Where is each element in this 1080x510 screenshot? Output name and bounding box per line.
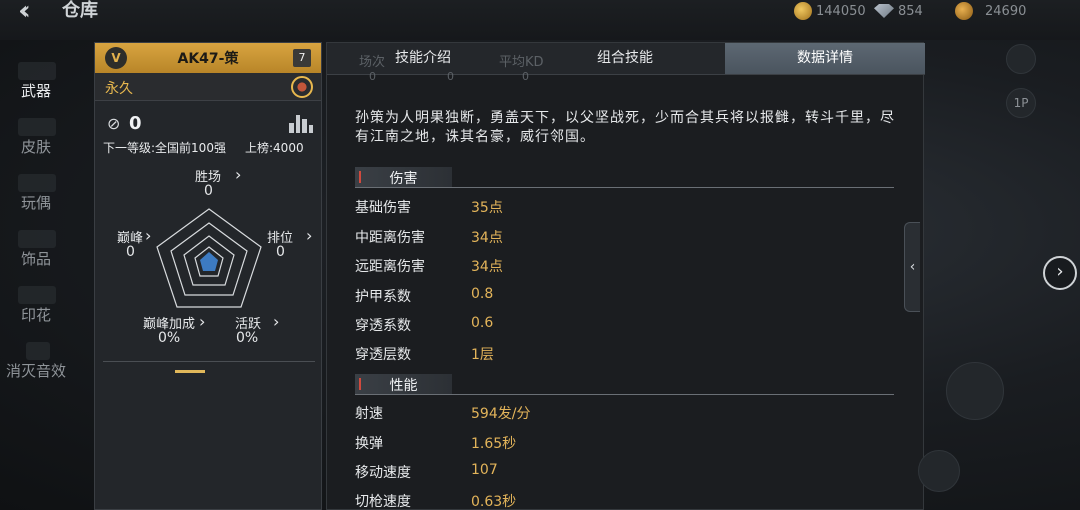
weapon-description: 孙策为人明果独断，勇盖天下，以父坚战死，少而合其兵将以报雠，转斗千里，尽有江南之… bbox=[355, 110, 895, 145]
knife-icon[interactable] bbox=[946, 362, 1004, 420]
stat-row-label: 切枪速度 bbox=[355, 494, 411, 510]
stat-row-value: 0.8 bbox=[471, 286, 494, 302]
radar-value-shape bbox=[200, 252, 218, 271]
stat-row-value: 0.6 bbox=[471, 315, 494, 331]
tab-data-details[interactable]: 数据详情 bbox=[725, 43, 925, 74]
rank-value: 0 bbox=[129, 113, 142, 134]
diamond-amount: 854 bbox=[898, 3, 923, 19]
view-toggle-button[interactable]: 1P bbox=[1006, 88, 1036, 118]
weapon-name: AK47-策 bbox=[177, 51, 239, 67]
stat-row-label: 射速 bbox=[355, 406, 383, 422]
token-coin-icon bbox=[955, 2, 973, 20]
section-performance-header: 性能 bbox=[355, 374, 452, 394]
leaderboard-text: 上榜:4000 bbox=[245, 141, 304, 155]
weapon-duration: 永久 bbox=[105, 81, 133, 97]
weapon-level: 7 bbox=[293, 49, 311, 67]
nav-item-dolls[interactable]: 玩偶 bbox=[0, 192, 72, 213]
stat-peak-value: 0 bbox=[126, 244, 135, 260]
card-divider bbox=[103, 361, 315, 362]
leaderboard-icon[interactable] bbox=[289, 111, 313, 133]
page-title: 仓库 bbox=[62, 0, 98, 21]
stat-active-value: 0% bbox=[236, 330, 259, 346]
stat-peak-bonus-value: 0% bbox=[158, 330, 181, 346]
section-divider bbox=[355, 394, 894, 395]
token-amount: 24690 bbox=[985, 3, 1027, 19]
gold-coin-icon bbox=[794, 2, 812, 20]
chevron-right-icon[interactable]: › bbox=[306, 226, 312, 245]
chevron-right-icon[interactable]: › bbox=[273, 312, 279, 331]
stat-row-label: 穿透系数 bbox=[355, 318, 411, 334]
stat-row-label: 移动速度 bbox=[355, 465, 411, 481]
chevron-right-icon[interactable]: › bbox=[145, 226, 151, 245]
sticker-icon bbox=[18, 286, 56, 304]
left-nav: 武器 皮肤 玩偶 饰品 印花 消灭音效 bbox=[0, 40, 95, 510]
ghost-label-kd: 平均KD bbox=[499, 55, 544, 70]
next-arrow-button[interactable]: › bbox=[1043, 256, 1077, 290]
ghost-value: 0 bbox=[369, 70, 376, 83]
stat-row-label: 护甲系数 bbox=[355, 289, 411, 305]
section-performance-title: 性能 bbox=[389, 378, 418, 394]
stat-wins-value: 0 bbox=[204, 183, 213, 199]
collapse-panel-button[interactable]: ‹ bbox=[904, 222, 920, 312]
stat-row-value: 107 bbox=[471, 462, 498, 478]
weapon-card-header: V AK47-策 7 bbox=[95, 43, 321, 73]
rifle-icon bbox=[18, 62, 56, 80]
nav-item-stickers[interactable]: 印花 bbox=[0, 304, 72, 325]
weapon-duration-bar: 永久 bbox=[95, 73, 321, 101]
page-indicator bbox=[175, 370, 205, 373]
accessory-icon bbox=[18, 230, 56, 248]
stat-row-value: 594发/分 bbox=[471, 406, 531, 422]
section-damage-title: 伤害 bbox=[389, 171, 418, 187]
stat-row-value: 34点 bbox=[471, 230, 503, 246]
stats-radar-chart bbox=[156, 208, 262, 308]
gamepad-icon[interactable] bbox=[1006, 44, 1036, 74]
stat-row-label: 中距离伤害 bbox=[355, 230, 425, 246]
stat-row-value: 0.63秒 bbox=[471, 494, 517, 510]
gold-amount: 144050 bbox=[816, 3, 866, 19]
stat-row-value: 35点 bbox=[471, 200, 503, 216]
stat-row-label: 基础伤害 bbox=[355, 200, 411, 216]
sound-icon bbox=[26, 342, 50, 360]
detail-panel: 场次 平均KD 0 0 0 技能介绍 组合技能 数据详情 孙策为人明果独断，勇盖… bbox=[326, 42, 925, 510]
section-divider bbox=[355, 187, 894, 188]
diamond-icon bbox=[874, 4, 894, 18]
weapon-card: V AK47-策 7 永久 ⊘ 0 下一等级:全国前100强 上榜:4000 胜… bbox=[94, 42, 322, 510]
nav-item-weapons[interactable]: 武器 bbox=[0, 80, 72, 101]
doll-icon bbox=[18, 174, 56, 192]
next-level-text: 下一等级:全国前100强 bbox=[103, 141, 226, 155]
tab-skill-intro[interactable]: 技能介绍 bbox=[379, 43, 467, 74]
medal-icon[interactable] bbox=[291, 76, 313, 98]
swap-icon[interactable] bbox=[918, 450, 960, 492]
nav-item-accessories[interactable]: 饰品 bbox=[0, 248, 72, 269]
ghost-value: 0 bbox=[522, 70, 529, 83]
stat-row-value: 34点 bbox=[471, 259, 503, 275]
chevron-right-icon[interactable]: › bbox=[235, 165, 241, 184]
currency-token: 24690 bbox=[955, 0, 1026, 22]
nav-item-kill-sound[interactable]: 消灭音效 bbox=[0, 360, 72, 381]
stat-row-value: 1层 bbox=[471, 347, 494, 363]
rank-icon: ⊘ bbox=[107, 114, 121, 133]
chevron-right-icon[interactable]: › bbox=[199, 312, 205, 331]
currency-gold: 144050 bbox=[794, 0, 866, 22]
stat-row-value: 1.65秒 bbox=[471, 436, 517, 452]
currency-diamond: 854 bbox=[874, 0, 923, 22]
tab-combo-skills[interactable]: 组合技能 bbox=[581, 43, 669, 74]
stat-row-label: 换弹 bbox=[355, 436, 383, 452]
nav-item-skins[interactable]: 皮肤 bbox=[0, 136, 72, 157]
back-icon[interactable]: ‹‹ bbox=[18, 0, 52, 24]
stat-rank-value: 0 bbox=[276, 244, 285, 260]
stat-row-label: 穿透层数 bbox=[355, 347, 411, 363]
tab-bar: 场次 平均KD 0 0 0 技能介绍 组合技能 数据详情 bbox=[327, 43, 925, 83]
skin-icon bbox=[18, 118, 56, 136]
stat-row-label: 远距离伤害 bbox=[355, 259, 425, 275]
section-damage-header: 伤害 bbox=[355, 167, 452, 187]
